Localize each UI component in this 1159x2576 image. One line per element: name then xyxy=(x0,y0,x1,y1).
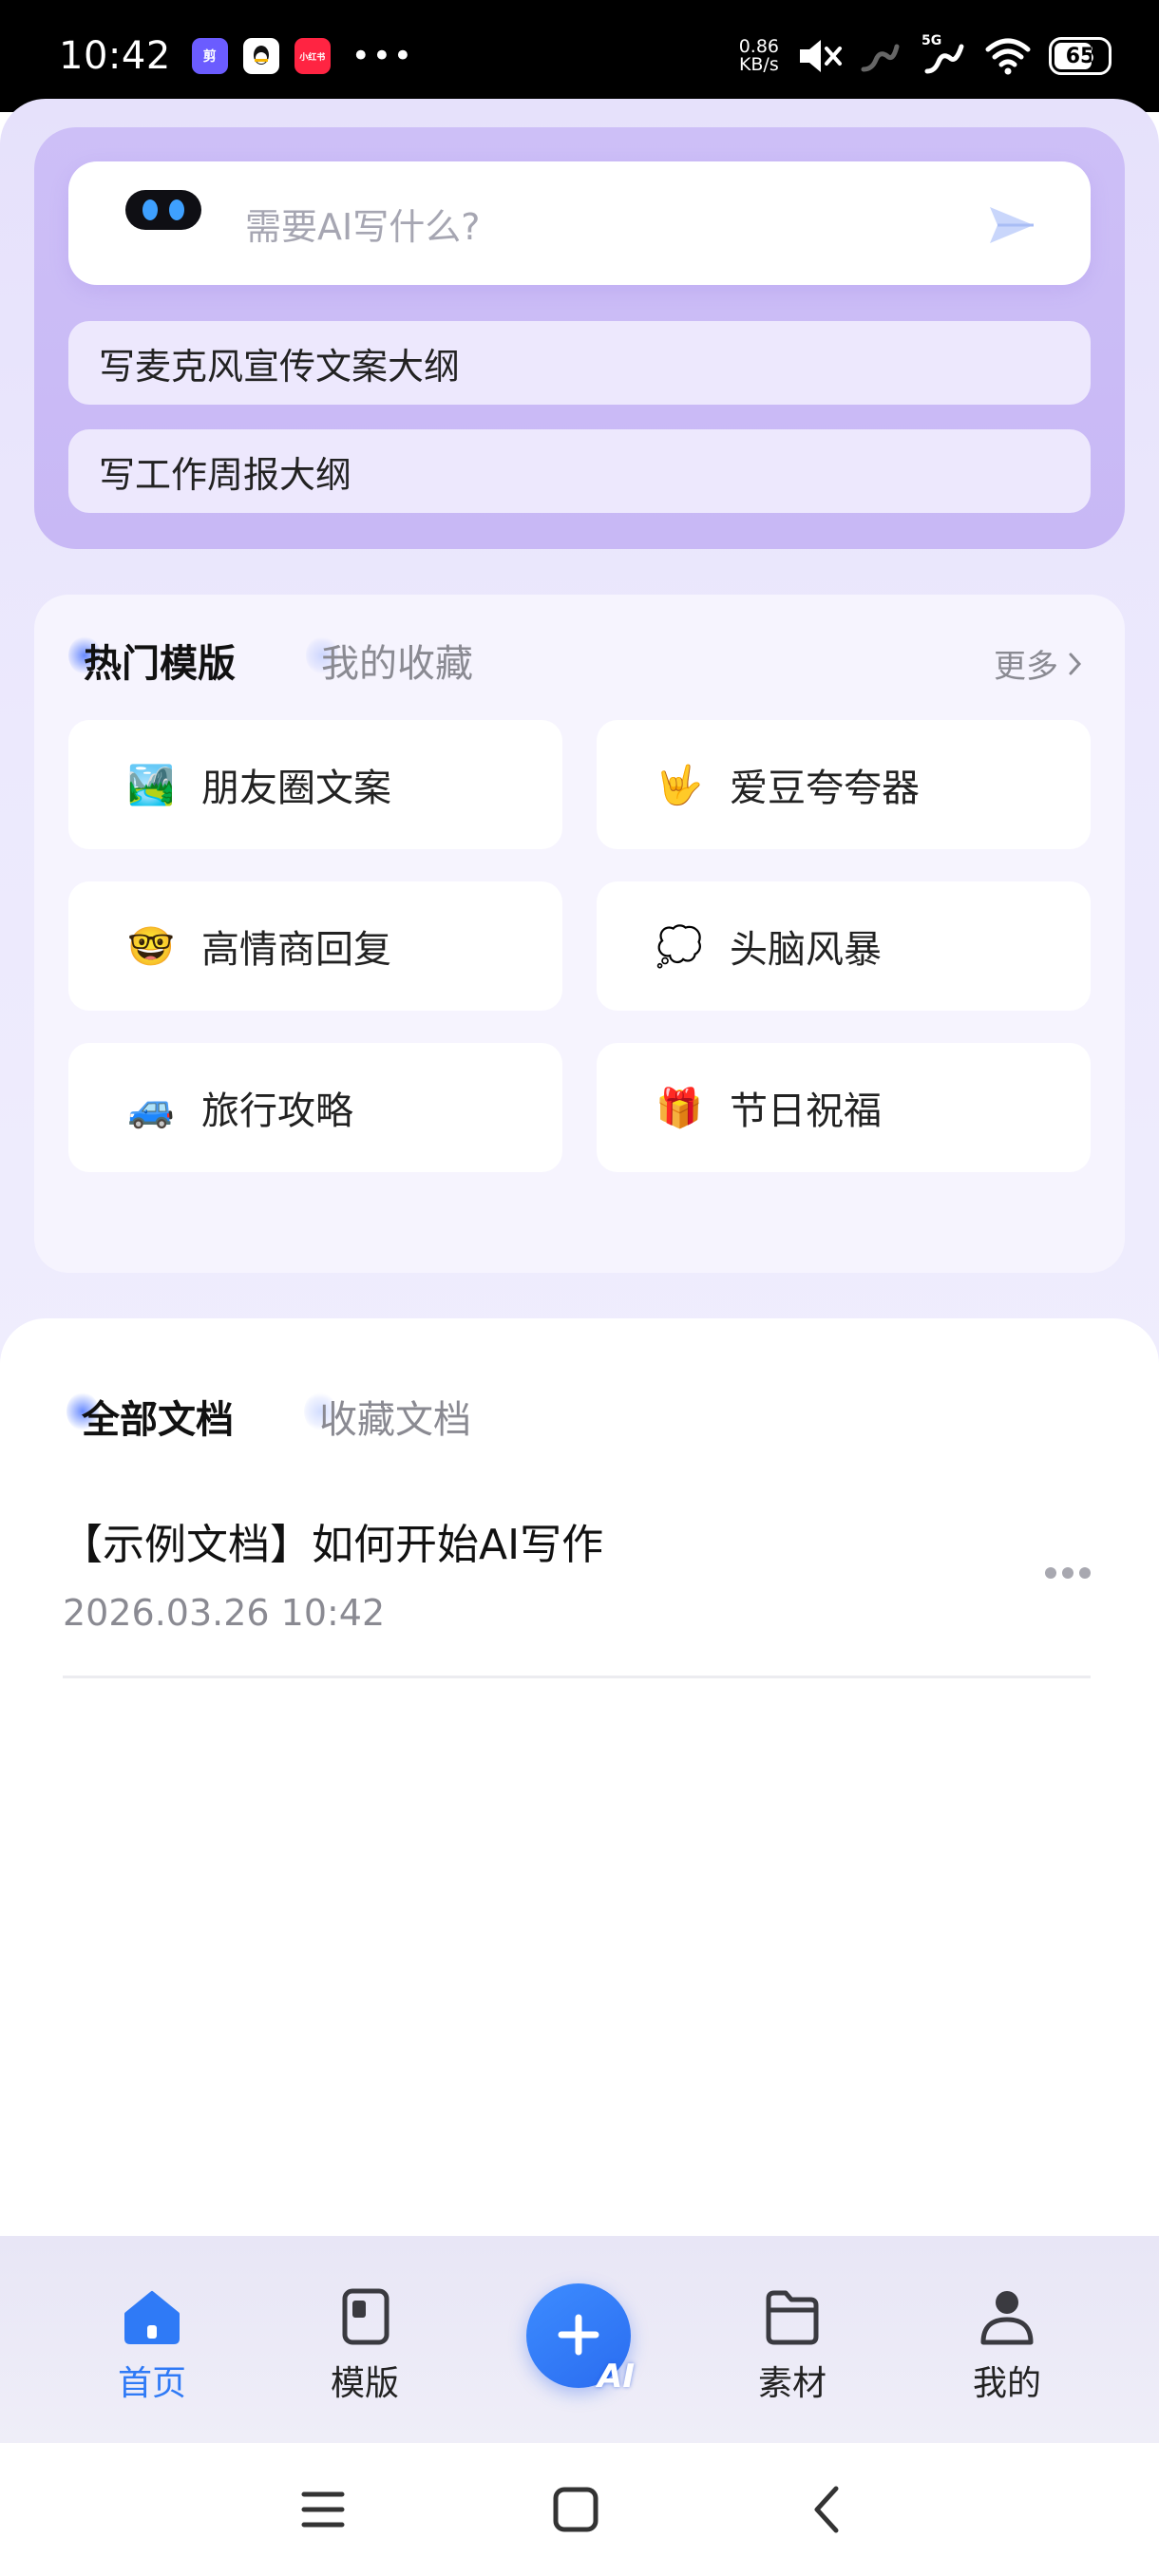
template-tile-brainstorm[interactable]: 💭 头脑风暴 xyxy=(597,881,1091,1011)
ai-prompt-placeholder: 需要AI写什么? xyxy=(245,205,481,248)
tab-favorite-documents[interactable]: 收藏文档 xyxy=(304,1389,471,1444)
wifi-icon xyxy=(985,38,1031,75)
signal-sim2: 5G xyxy=(922,33,967,77)
documents-section: 全部文档 收藏文档 【示例文档】如何开始AI写作 2026.03.26 10:4… xyxy=(0,1318,1159,2240)
template-tile-travel[interactable]: 🚙 旅行攻略 xyxy=(68,1043,562,1172)
ai-prompt-input[interactable]: 需要AI写什么? xyxy=(68,161,1091,285)
tile-label: 旅行攻略 xyxy=(201,1089,353,1133)
hot-templates-card: 热门模版 我的收藏 更多 🏞️ 朋友圈文案 🤟 爱豆夸夸器 🤓 高情商回复 💭 … xyxy=(34,595,1125,1273)
menu-icon[interactable] xyxy=(294,2481,352,2538)
suggestion-label: 写麦克风宣传文案大纲 xyxy=(99,345,461,388)
ai-create-button[interactable]: AI xyxy=(526,2283,635,2396)
template-tile-eq-reply[interactable]: 🤓 高情商回复 xyxy=(68,881,562,1011)
app-notification-icon-1: 剪 xyxy=(191,38,228,74)
xiaohongshu-icon: 小红书 xyxy=(294,38,331,74)
nav-templates[interactable]: 模版 xyxy=(298,2283,431,2405)
nerd-face-icon: 🤓 xyxy=(127,924,175,969)
robot-mascot-icon xyxy=(108,163,218,251)
folder-icon xyxy=(766,2290,819,2345)
bottom-nav: 首页 模版 AI 素材 我的 xyxy=(0,2236,1159,2443)
signal-icon xyxy=(924,44,964,74)
tile-label: 爱豆夸夸器 xyxy=(730,767,920,810)
status-time: 10:42 xyxy=(59,34,171,78)
suggestion-item[interactable]: 写工作周报大纲 xyxy=(68,429,1091,513)
tile-label: 头脑风暴 xyxy=(730,928,882,972)
send-icon[interactable] xyxy=(986,199,1037,251)
nav-label: 首页 xyxy=(117,2364,186,2403)
tile-label: 节日祝福 xyxy=(730,1089,882,1133)
rock-hand-icon: 🤟 xyxy=(656,763,703,807)
battery-level: 65 xyxy=(1065,44,1095,68)
network-speed: 0.86 KB/s xyxy=(738,36,779,75)
tile-label: 朋友圈文案 xyxy=(201,767,391,810)
nav-label: 模版 xyxy=(330,2364,399,2403)
template-tile-idol-praise[interactable]: 🤟 爱豆夸夸器 xyxy=(597,720,1091,849)
nav-home[interactable]: 首页 xyxy=(86,2283,218,2405)
nav-label: 素材 xyxy=(757,2364,826,2403)
divider xyxy=(63,1676,1091,1678)
more-options-icon[interactable] xyxy=(1045,1567,1091,1579)
notification-icons: 剪 小红书 ••• xyxy=(191,37,414,75)
screen: 10:42 剪 小红书 ••• 0.86 KB/s 5G 65 需要AI写什么?… xyxy=(0,0,1159,2576)
tab-my-favorites[interactable]: 我的收藏 xyxy=(306,633,473,688)
nav-label: 我的 xyxy=(972,2364,1041,2403)
suggestion-label: 写工作周报大纲 xyxy=(99,453,352,496)
car-icon: 🚙 xyxy=(127,1086,175,1130)
chevron-right-icon xyxy=(1069,653,1082,674)
suggestion-item[interactable]: 写麦克风宣传文案大纲 xyxy=(68,321,1091,405)
tile-label: 高情商回复 xyxy=(201,928,391,972)
mute-icon xyxy=(800,40,842,72)
nav-profile[interactable]: 我的 xyxy=(940,2283,1074,2405)
user-icon xyxy=(980,2291,1034,2345)
home-icon xyxy=(124,2291,180,2344)
more-link[interactable]: 更多 xyxy=(994,640,1083,687)
landscape-icon: 🏞️ xyxy=(127,763,175,807)
ai-prompt-panel: 需要AI写什么? 写麦克风宣传文案大纲 写工作周报大纲 xyxy=(34,127,1125,549)
document-tabs: 全部文档 收藏文档 xyxy=(66,1389,471,1444)
status-bar: 10:42 剪 小红书 ••• 0.86 KB/s 5G 65 xyxy=(0,0,1159,112)
qq-icon xyxy=(242,38,279,74)
signal-sim1-icon xyxy=(861,44,900,72)
tab-hot-templates[interactable]: 热门模版 xyxy=(68,633,236,688)
template-tile-holiday[interactable]: 🎁 节日祝福 xyxy=(597,1043,1091,1172)
home-square-icon[interactable] xyxy=(547,2481,604,2538)
template-tabs: 热门模版 我的收藏 xyxy=(68,633,473,688)
tab-all-documents[interactable]: 全部文档 xyxy=(66,1389,234,1444)
template-icon xyxy=(342,2288,390,2345)
thought-bubble-icon: 💭 xyxy=(656,924,703,969)
ai-badge: AI xyxy=(598,2358,635,2396)
system-nav-bar xyxy=(0,2443,1159,2576)
plus-icon xyxy=(558,2314,599,2356)
more-notifications-icon: ••• xyxy=(351,37,414,75)
document-timestamp: 2026.03.26 10:42 xyxy=(63,1592,386,1634)
template-tile-moments[interactable]: 🏞️ 朋友圈文案 xyxy=(68,720,562,849)
document-title: 【示例文档】如何开始AI写作 xyxy=(61,1521,604,1569)
battery-indicator: 65 xyxy=(1049,37,1112,75)
status-right: 0.86 KB/s 5G 65 xyxy=(738,33,1112,77)
gift-icon: 🎁 xyxy=(656,1086,703,1130)
back-icon[interactable] xyxy=(800,2481,857,2538)
nav-materials[interactable]: 素材 xyxy=(726,2283,859,2405)
